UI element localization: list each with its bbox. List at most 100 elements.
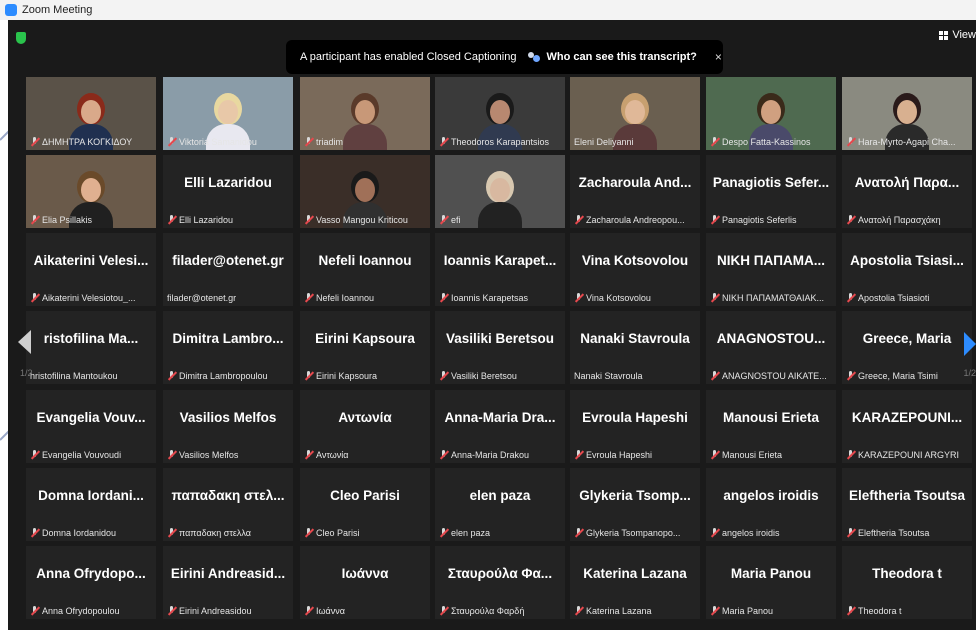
participant-tile[interactable]: Ioannis Karapet... Ioannis Karapetsas xyxy=(435,233,565,306)
banner-close-button[interactable]: × xyxy=(715,50,722,64)
participant-name-label: Zacharoula Andreopou... xyxy=(574,215,697,225)
participant-tile[interactable]: Eirini Kapsoura Eirini Kapsoura xyxy=(300,311,430,384)
participant-tile[interactable]: Glykeria Tsomp... Glykeria Tsompanopo... xyxy=(570,468,700,541)
muted-mic-icon xyxy=(30,528,39,538)
participant-label-text: Eleni Deliyanni xyxy=(574,137,634,147)
participant-tile[interactable]: Vasso Mangou Kriticou xyxy=(300,155,430,228)
participant-tile[interactable]: Anna-Maria Dra... Anna-Maria Drakou xyxy=(435,390,565,463)
participant-tile[interactable]: Αντωνία Αντωνία xyxy=(300,390,430,463)
participant-display-name: Ioannis Karapet... xyxy=(443,253,557,268)
participant-tile[interactable]: ANAGNOSTOU... ANAGNOSTOU AIKATE... xyxy=(706,311,836,384)
participant-display-name: Eirini Kapsoura xyxy=(315,331,415,346)
participant-label-text: Vasiliki Beretsou xyxy=(451,371,517,381)
muted-mic-icon xyxy=(439,450,448,460)
participant-tile[interactable]: Aikaterini Velesi... Aikaterini Velesioto… xyxy=(26,233,156,306)
participant-tile[interactable]: Anna Ofrydopo... Anna Ofrydopoulou xyxy=(26,546,156,619)
muted-mic-icon xyxy=(574,528,583,538)
participant-tile[interactable]: Theodora t Theodora t xyxy=(842,546,972,619)
participant-tile[interactable]: ΔΗΜΗΤΡΑ ΚΟΓΚΙΔΟΥ xyxy=(26,77,156,150)
participant-tile[interactable]: Vasiliki Beretsou Vasiliki Beretsou xyxy=(435,311,565,384)
participant-tile[interactable]: Ανατολή Παρα... Ανατολή Παρασχάκη xyxy=(842,155,972,228)
zoom-app-icon xyxy=(5,4,17,16)
participant-tile[interactable]: Eirini Andreasid... Eirini Andreasidou xyxy=(163,546,293,619)
participant-tile[interactable]: Elli Lazaridou Elli Lazaridou xyxy=(163,155,293,228)
participant-tile[interactable]: Eleni Deliyanni xyxy=(570,77,700,150)
participant-label-text: hristofilina Mantoukou xyxy=(30,371,118,381)
participant-tile[interactable]: efi xyxy=(435,155,565,228)
participant-display-name: Elli Lazaridou xyxy=(184,175,272,190)
participant-name-label: Nanaki Stavroula xyxy=(574,371,697,381)
participant-tile[interactable]: Theodoros Karapantsios xyxy=(435,77,565,150)
participant-tile[interactable]: Panagiotis Sefer... Panagiotis Seferlis xyxy=(706,155,836,228)
participant-label-text: Eirini Kapsoura xyxy=(316,371,378,381)
muted-mic-icon xyxy=(439,293,448,303)
participant-label-text: elen paza xyxy=(451,528,491,538)
participant-display-name: Dimitra Lambro... xyxy=(172,331,284,346)
participant-label-text: Eirini Andreasidou xyxy=(179,606,252,616)
page-indicator-left: 1/2 xyxy=(20,368,33,378)
participant-display-name: Ιωάννα xyxy=(341,566,389,581)
participant-label-text: Ανατολή Παρασχάκη xyxy=(858,215,941,225)
participant-name-label: Domna Iordanidou xyxy=(30,528,153,538)
participant-tile[interactable]: Zacharoula And... Zacharoula Andreopou... xyxy=(570,155,700,228)
participant-tile[interactable]: Katerina Lazana Katerina Lazana xyxy=(570,546,700,619)
participant-name-label: filader@otenet.gr xyxy=(167,293,290,303)
muted-mic-icon xyxy=(846,450,855,460)
participant-tile[interactable]: ristofilina Ma... hristofilina Mantoukou xyxy=(26,311,156,384)
participant-tile[interactable]: παπαδακη στελ... παπαδακη στελλα xyxy=(163,468,293,541)
muted-mic-icon xyxy=(710,371,719,381)
participant-tile[interactable]: Domna Iordani... Domna Iordanidou xyxy=(26,468,156,541)
security-shield-icon[interactable] xyxy=(16,32,26,44)
participant-display-name: Manousi Erieta xyxy=(722,410,820,425)
participant-display-name: Aikaterini Velesi... xyxy=(33,253,149,268)
participant-tile[interactable]: filader@otenet.gr filader@otenet.gr xyxy=(163,233,293,306)
next-page-arrow-icon[interactable] xyxy=(964,332,976,356)
participant-display-name: Anna Ofrydopo... xyxy=(36,566,146,581)
muted-mic-icon xyxy=(710,215,719,225)
participant-tile[interactable]: Apostolia Tsiasi... Apostolia Tsiasioti xyxy=(842,233,972,306)
participant-tile[interactable]: KARAZEPOUNI... KARAZEPOUNI ARGYRI xyxy=(842,390,972,463)
participant-tile[interactable]: Nanaki Stavroula Nanaki Stavroula xyxy=(570,311,700,384)
participant-tile[interactable]: Evangelia Vouv... Evangelia Vouvoudi xyxy=(26,390,156,463)
participant-tile[interactable]: Dimitra Lambro... Dimitra Lambropoulou xyxy=(163,311,293,384)
caption-notification-banner: A participant has enabled Closed Caption… xyxy=(286,40,723,74)
participant-name-label: efi xyxy=(439,215,562,225)
participant-name-label: KARAZEPOUNI ARGYRI xyxy=(846,450,969,460)
participant-tile[interactable]: Manousi Erieta Manousi Erieta xyxy=(706,390,836,463)
previous-page-arrow-icon[interactable] xyxy=(18,330,31,354)
participant-display-name: Evangelia Vouv... xyxy=(36,410,146,425)
muted-mic-icon xyxy=(439,371,448,381)
participant-label-text: triadim xyxy=(316,137,344,147)
participant-tile[interactable]: Greece, Maria Greece, Maria Tsimi xyxy=(842,311,972,384)
participant-tile[interactable]: Despo Fatta-Kassinos xyxy=(706,77,836,150)
participant-label-text: Katerina Lazana xyxy=(586,606,652,616)
participant-label-text: Anna-Maria Drakou xyxy=(451,450,530,460)
participant-tile[interactable]: Eleftheria Tsoutsa Eleftheria Tsoutsa xyxy=(842,468,972,541)
participant-tile[interactable]: angelos iroidis angelos iroidis xyxy=(706,468,836,541)
participant-tile[interactable]: Hara-Myrto-Agapi Cha... xyxy=(842,77,972,150)
who-can-see-transcript-link[interactable]: Who can see this transcript? xyxy=(528,51,697,63)
view-label: View xyxy=(952,29,976,41)
participant-label-text: angelos iroidis xyxy=(722,528,780,538)
participant-tile[interactable]: Elia Psillakis xyxy=(26,155,156,228)
participant-tile[interactable]: triadim xyxy=(300,77,430,150)
participant-display-name: Eirini Andreasid... xyxy=(170,566,286,581)
participant-tile[interactable]: Σταυρούλα Φα... Σταυρούλα Φαρδή xyxy=(435,546,565,619)
participant-tile[interactable]: Ιωάννα Ιωάννα xyxy=(300,546,430,619)
participant-tile[interactable]: Vina Kotsovolou Vina Kotsovolou xyxy=(570,233,700,306)
participant-label-text: Ιωάννα xyxy=(316,606,345,616)
participant-tile[interactable]: ΝΙΚΗ ΠΑΠΑΜΑ... ΝΙΚΗ ΠΑΠΑΜΑΤΘΑΙΑΚ... xyxy=(706,233,836,306)
participant-tile[interactable]: Maria Panou Maria Panou xyxy=(706,546,836,619)
participant-tile[interactable]: Viktoria Samanidou xyxy=(163,77,293,150)
muted-mic-icon xyxy=(304,293,313,303)
participant-label-text: Domna Iordanidou xyxy=(42,528,117,538)
participant-tile[interactable]: Nefeli Ioannou Nefeli Ioannou xyxy=(300,233,430,306)
participant-label-text: Evangelia Vouvoudi xyxy=(42,450,122,460)
participant-display-name: KARAZEPOUNI... xyxy=(851,410,963,425)
participant-tile[interactable]: Vasilios Melfos Vasilios Melfos xyxy=(163,390,293,463)
muted-mic-icon xyxy=(167,528,176,538)
participant-tile[interactable]: elen paza elen paza xyxy=(435,468,565,541)
view-button[interactable]: View xyxy=(939,29,976,41)
participant-tile[interactable]: Cleo Parisi Cleo Parisi xyxy=(300,468,430,541)
participant-tile[interactable]: Evroula Hapeshi Evroula Hapeshi xyxy=(570,390,700,463)
